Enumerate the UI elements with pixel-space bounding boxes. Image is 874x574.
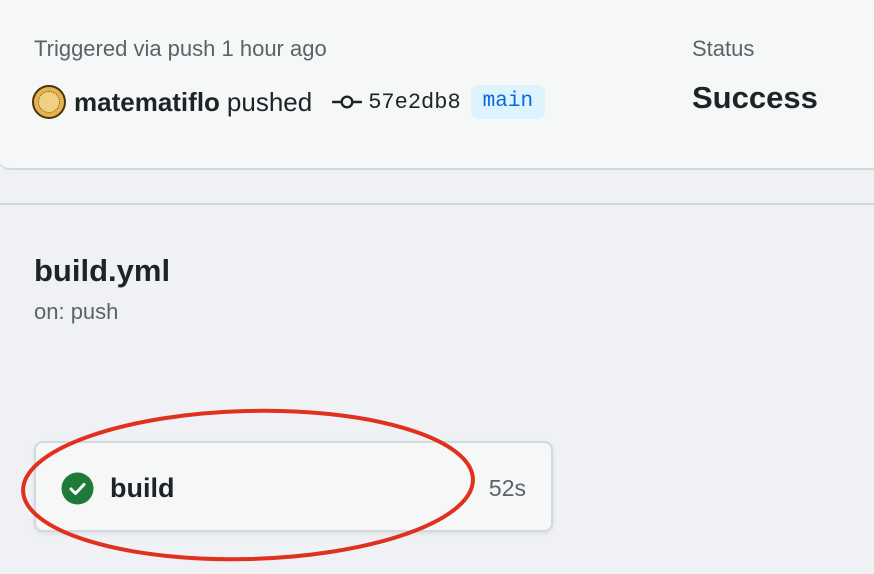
check-circle-icon xyxy=(61,472,94,505)
workflow-file-title[interactable]: build.yml xyxy=(34,253,170,289)
status-value: Success xyxy=(692,80,818,115)
actor-name-link[interactable]: matematiflo xyxy=(74,87,220,118)
actor-action: pushed xyxy=(226,86,313,117)
actor-row: matematiflo pushed 57e2db8 main xyxy=(32,82,546,122)
commit-sha-link[interactable]: 57e2db8 xyxy=(368,90,460,115)
avatar-image xyxy=(38,91,60,113)
run-summary-card: Triggered via push 1 hour ago matematifl… xyxy=(0,0,874,170)
status-label: Status xyxy=(692,36,755,61)
job-duration: 52s xyxy=(488,475,526,501)
workflow-trigger-text: on: push xyxy=(34,299,119,324)
git-commit-icon xyxy=(332,95,363,109)
trigger-text: Triggered via push 1 hour ago xyxy=(34,36,327,61)
branch-badge[interactable]: main xyxy=(470,85,546,119)
job-name: build xyxy=(110,473,175,503)
job-card-build[interactable]: build 52s xyxy=(34,441,553,532)
avatar[interactable] xyxy=(32,85,66,119)
